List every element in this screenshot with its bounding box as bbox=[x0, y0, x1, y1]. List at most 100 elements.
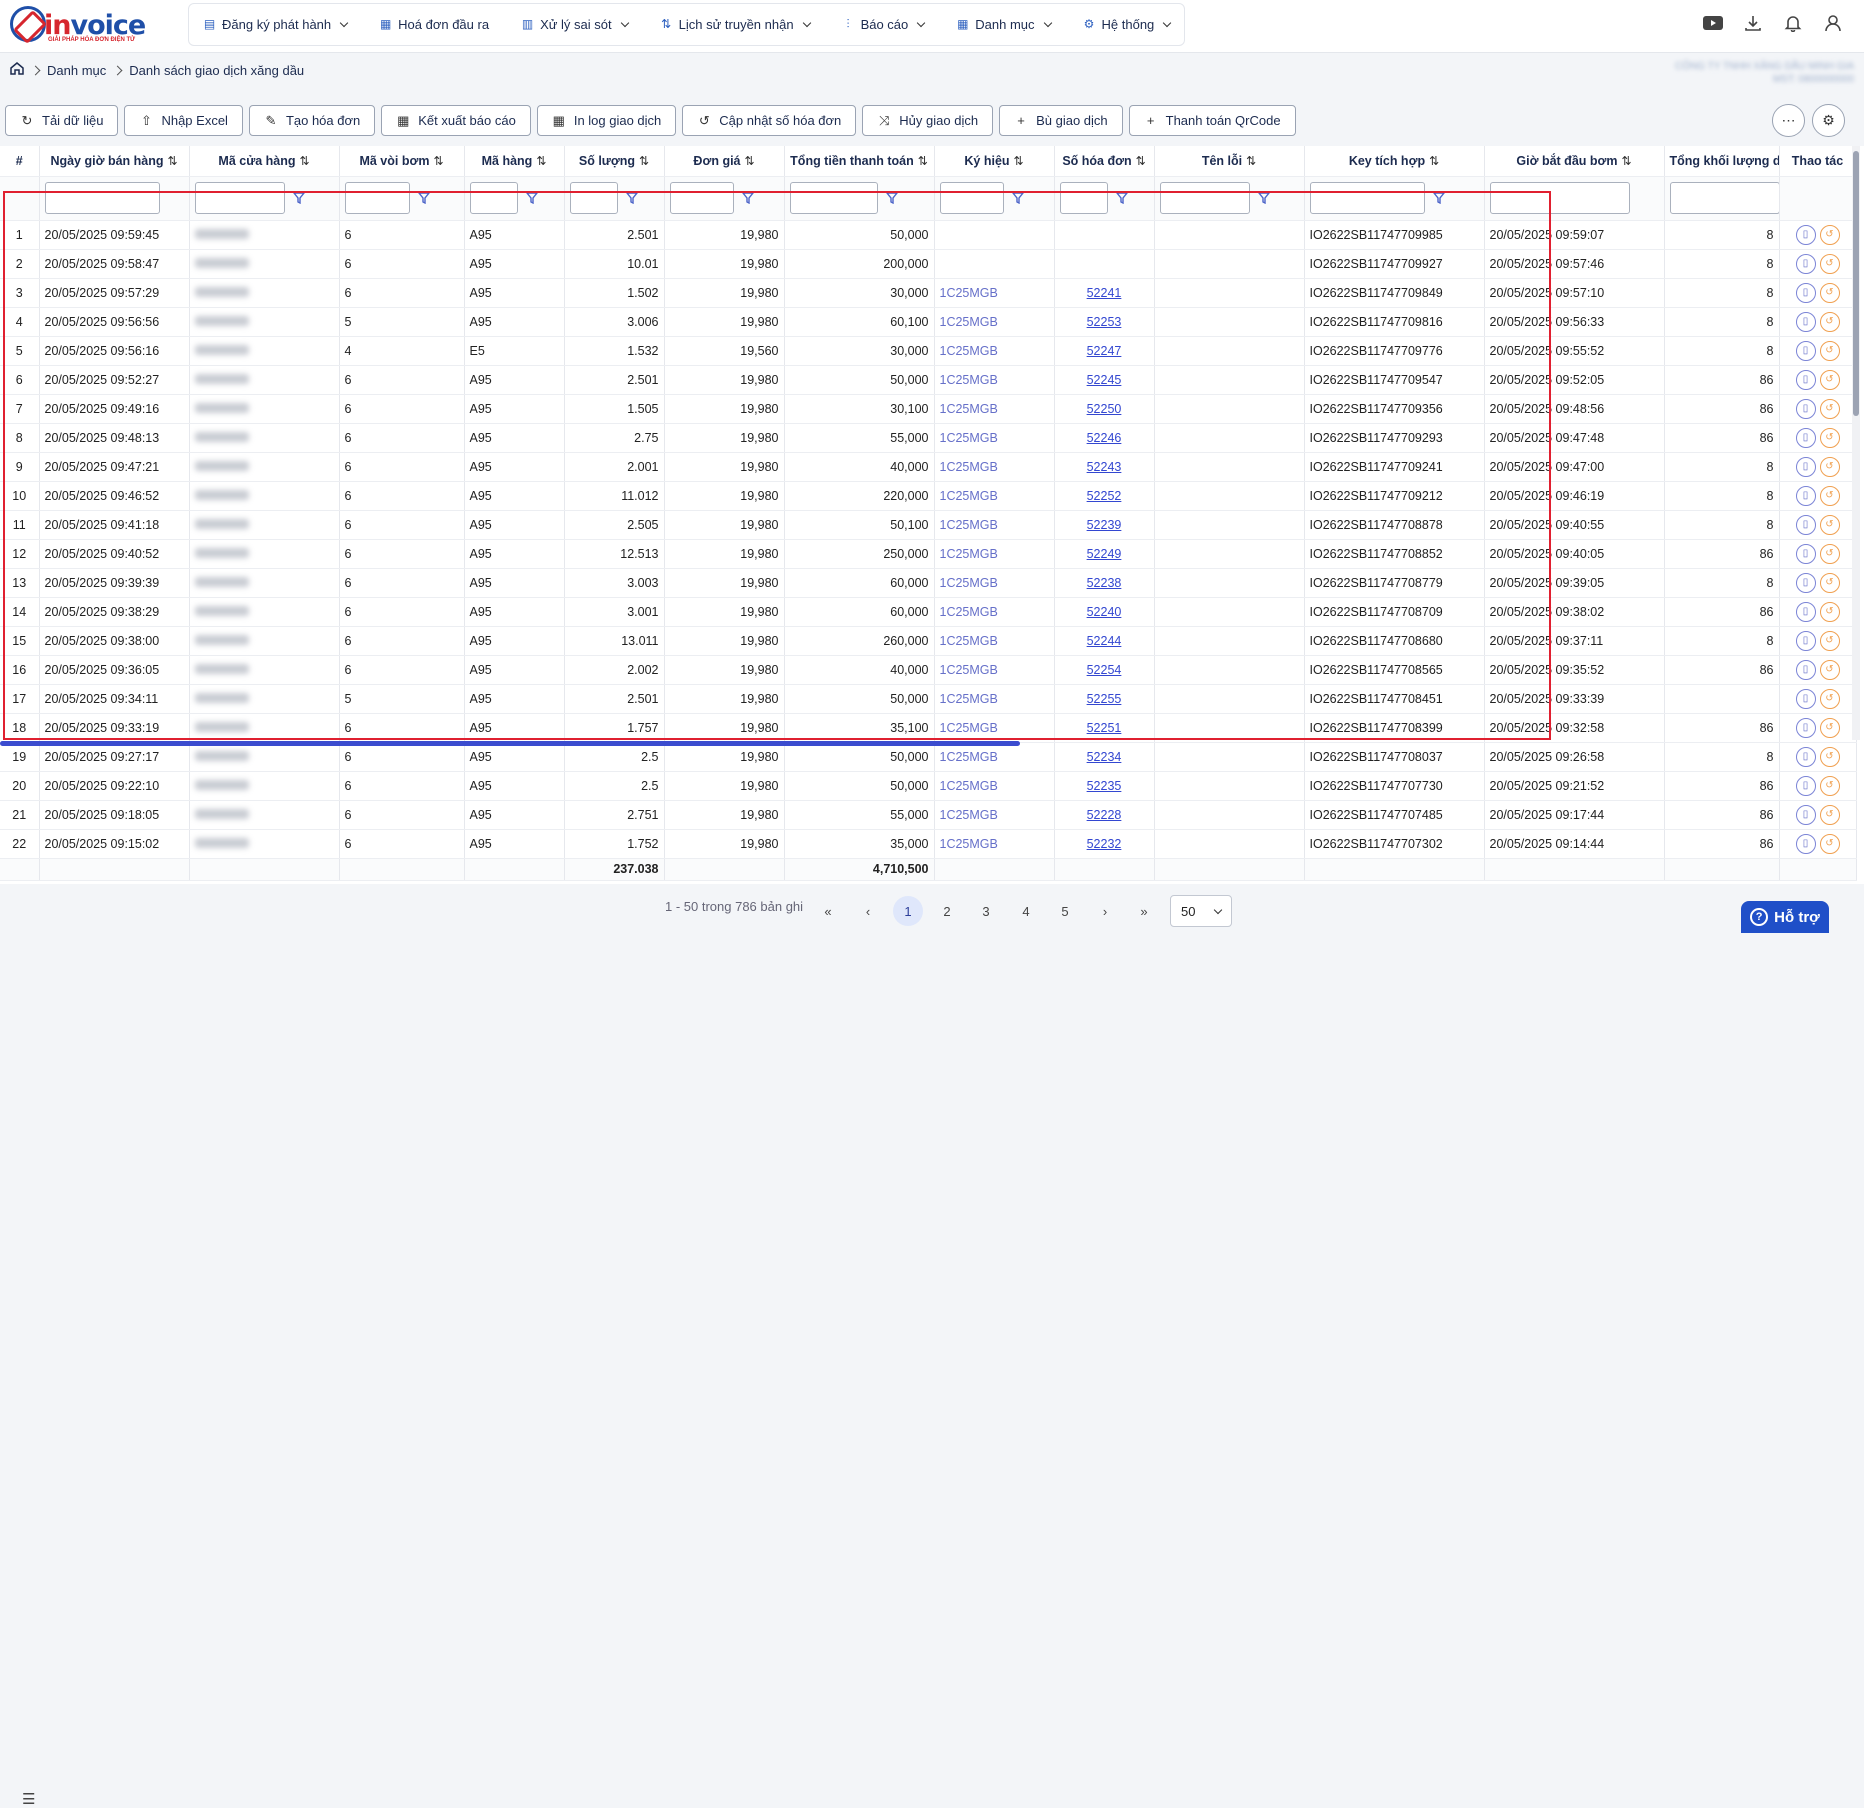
filter-icon[interactable] bbox=[1011, 192, 1024, 205]
invoice-number-link[interactable]: 52247 bbox=[1087, 344, 1122, 358]
invoice-number-link[interactable]: 52238 bbox=[1087, 576, 1122, 590]
column-header-9[interactable]: Số hóa đơn ⇅ bbox=[1054, 146, 1155, 177]
invoice-number-link[interactable]: 52243 bbox=[1087, 460, 1122, 474]
invoice-number-link[interactable]: 52253 bbox=[1087, 315, 1122, 329]
undo-icon[interactable]: ↺ bbox=[1819, 253, 1840, 274]
invoice-number-link[interactable]: 52239 bbox=[1087, 518, 1122, 532]
view-document-icon[interactable]: ▯ bbox=[1795, 572, 1816, 593]
undo-icon[interactable]: ↺ bbox=[1819, 659, 1840, 680]
sort-icon[interactable]: ⇅ bbox=[536, 154, 546, 168]
view-document-icon[interactable]: ▯ bbox=[1795, 485, 1816, 506]
filter-icon[interactable] bbox=[625, 192, 638, 205]
last-page-icon[interactable]: » bbox=[1129, 896, 1159, 926]
column-header-14[interactable]: Thao tác bbox=[1779, 146, 1857, 177]
table-row[interactable]: 21 20/05/2025 09:18:05 6 A95 2.751 19,980 55,0… bbox=[0, 800, 1857, 830]
view-document-icon[interactable]: ▯ bbox=[1795, 630, 1816, 651]
filter-icon[interactable] bbox=[525, 192, 538, 205]
table-row[interactable]: 12 20/05/2025 09:40:52 6 A95 12.513 19,980 250… bbox=[0, 539, 1857, 569]
table-row[interactable]: 5 20/05/2025 09:56:16 4 E5 1.532 19,560 30,000… bbox=[0, 336, 1857, 366]
toolbar-button-6[interactable]: ⤨ Hủy giao dịch bbox=[862, 105, 994, 136]
table-row[interactable]: 11 20/05/2025 09:41:18 6 A95 2.505 19,980 50,1… bbox=[0, 510, 1857, 540]
undo-icon[interactable]: ↺ bbox=[1819, 746, 1840, 767]
table-row[interactable]: 18 20/05/2025 09:33:19 6 A95 1.757 19,980 35,1… bbox=[0, 713, 1857, 743]
menu-item-6[interactable]: ⚙ Hệ thống bbox=[1083, 17, 1172, 32]
youtube-icon[interactable] bbox=[1702, 12, 1724, 34]
view-document-icon[interactable]: ▯ bbox=[1795, 833, 1816, 854]
invoice-number-link[interactable]: 52255 bbox=[1087, 692, 1122, 706]
column-header-10[interactable]: Tên lỗi ⇅ bbox=[1154, 146, 1305, 177]
column-header-13[interactable]: Tổng khối lượng d bbox=[1664, 146, 1780, 177]
sort-icon[interactable]: ⇅ bbox=[745, 154, 755, 168]
filter-input[interactable] bbox=[344, 182, 410, 214]
view-document-icon[interactable]: ▯ bbox=[1795, 746, 1816, 767]
table-row[interactable]: 1 20/05/2025 09:59:45 6 A95 2.501 19,980 50,00… bbox=[0, 220, 1857, 250]
invoice-number-link[interactable]: 52228 bbox=[1087, 808, 1122, 822]
table-row[interactable]: 22 20/05/2025 09:15:02 6 A95 1.752 19,980 35,0… bbox=[0, 829, 1857, 859]
view-document-icon[interactable]: ▯ bbox=[1795, 659, 1816, 680]
sort-icon[interactable]: ⇅ bbox=[300, 154, 310, 168]
undo-icon[interactable]: ↺ bbox=[1819, 630, 1840, 651]
menu-item-2[interactable]: ▥ Xử lý sai sót bbox=[521, 17, 629, 32]
toolbar-button-1[interactable]: ⇧ Nhập Excel bbox=[124, 105, 243, 136]
filter-icon[interactable] bbox=[292, 192, 305, 205]
column-header-6[interactable]: Đơn giá ⇅ bbox=[664, 146, 785, 177]
invoice-number-link[interactable]: 52234 bbox=[1087, 750, 1122, 764]
sort-icon[interactable]: ⇅ bbox=[918, 154, 928, 168]
invoice-number-link[interactable]: 52244 bbox=[1087, 634, 1122, 648]
table-row[interactable]: 7 20/05/2025 09:49:16 6 A95 1.505 19,980 30,10… bbox=[0, 394, 1857, 424]
undo-icon[interactable]: ↺ bbox=[1819, 282, 1840, 303]
filter-icon[interactable] bbox=[1432, 192, 1445, 205]
undo-icon[interactable]: ↺ bbox=[1819, 369, 1840, 390]
filter-input[interactable] bbox=[1669, 182, 1778, 214]
column-header-8[interactable]: Ký hiệu ⇅ bbox=[934, 146, 1055, 177]
undo-icon[interactable]: ↺ bbox=[1819, 340, 1840, 361]
column-header-0[interactable]: # bbox=[0, 146, 40, 177]
filter-input[interactable] bbox=[1159, 182, 1250, 214]
filter-input[interactable] bbox=[469, 182, 518, 214]
toolbar-button-0[interactable]: ↻ Tải dữ liệu bbox=[5, 105, 119, 136]
page-5[interactable]: 5 bbox=[1050, 896, 1080, 926]
menu-item-1[interactable]: ▦ Hoá đơn đầu ra bbox=[379, 17, 489, 32]
view-document-icon[interactable]: ▯ bbox=[1795, 514, 1816, 535]
column-header-4[interactable]: Mã hàng ⇅ bbox=[464, 146, 565, 177]
view-document-icon[interactable]: ▯ bbox=[1795, 340, 1816, 361]
invoice-number-link[interactable]: 52245 bbox=[1087, 373, 1122, 387]
view-document-icon[interactable]: ▯ bbox=[1795, 282, 1816, 303]
filter-icon[interactable] bbox=[741, 192, 754, 205]
column-header-2[interactable]: Mã cửa hàng ⇅ bbox=[189, 146, 340, 177]
table-row[interactable]: 14 20/05/2025 09:38:29 6 A95 3.001 19,980 60,0… bbox=[0, 597, 1857, 627]
menu-item-5[interactable]: ▦ Danh mục bbox=[956, 17, 1052, 32]
filter-input[interactable] bbox=[44, 182, 160, 214]
invoice-number-link[interactable]: 52240 bbox=[1087, 605, 1122, 619]
sort-icon[interactable]: ⇅ bbox=[1429, 154, 1439, 168]
table-row[interactable]: 6 20/05/2025 09:52:27 6 A95 2.501 19,980 50,00… bbox=[0, 365, 1857, 395]
filter-icon[interactable] bbox=[417, 192, 430, 205]
menu-item-0[interactable]: ▤ Đăng ký phát hành bbox=[203, 17, 349, 32]
toolbar-button-8[interactable]: + Thanh toán QrCode bbox=[1128, 105, 1296, 136]
invoice-number-link[interactable]: 52251 bbox=[1087, 721, 1122, 735]
table-row[interactable]: 9 20/05/2025 09:47:21 6 A95 2.001 19,980 40,00… bbox=[0, 452, 1857, 482]
prev-page-icon[interactable]: ‹ bbox=[853, 896, 883, 926]
view-document-icon[interactable]: ▯ bbox=[1795, 369, 1816, 390]
invoice-number-link[interactable]: 52254 bbox=[1087, 663, 1122, 677]
undo-icon[interactable]: ↺ bbox=[1819, 485, 1840, 506]
table-row[interactable]: 15 20/05/2025 09:38:00 6 A95 13.011 19,980 260… bbox=[0, 626, 1857, 656]
toolbar-button-4[interactable]: ▦ In log giao dịch bbox=[536, 105, 677, 136]
undo-icon[interactable]: ↺ bbox=[1819, 427, 1840, 448]
table-row[interactable]: 20 20/05/2025 09:22:10 6 A95 2.5 19,980 50,000… bbox=[0, 771, 1857, 801]
table-row[interactable]: 13 20/05/2025 09:39:39 6 A95 3.003 19,980 60,0… bbox=[0, 568, 1857, 598]
table-row[interactable]: 8 20/05/2025 09:48:13 6 A95 2.75 19,980 55,000… bbox=[0, 423, 1857, 453]
breadcrumb-item[interactable]: Danh mục bbox=[47, 63, 106, 78]
invoice-number-link[interactable]: 52250 bbox=[1087, 402, 1122, 416]
view-document-icon[interactable]: ▯ bbox=[1795, 224, 1816, 245]
undo-icon[interactable]: ↺ bbox=[1819, 775, 1840, 796]
invoice-number-link[interactable]: 52249 bbox=[1087, 547, 1122, 561]
column-header-7[interactable]: Tổng tiền thanh toán ⇅ bbox=[784, 146, 935, 177]
view-document-icon[interactable]: ▯ bbox=[1795, 804, 1816, 825]
sort-icon[interactable]: ⇅ bbox=[168, 154, 178, 168]
invoice-number-link[interactable]: 52235 bbox=[1087, 779, 1122, 793]
more-icon[interactable]: ⋯ bbox=[1772, 104, 1805, 137]
view-document-icon[interactable]: ▯ bbox=[1795, 601, 1816, 622]
bell-icon[interactable] bbox=[1782, 12, 1804, 34]
invoice-number-link[interactable]: 52241 bbox=[1087, 286, 1122, 300]
